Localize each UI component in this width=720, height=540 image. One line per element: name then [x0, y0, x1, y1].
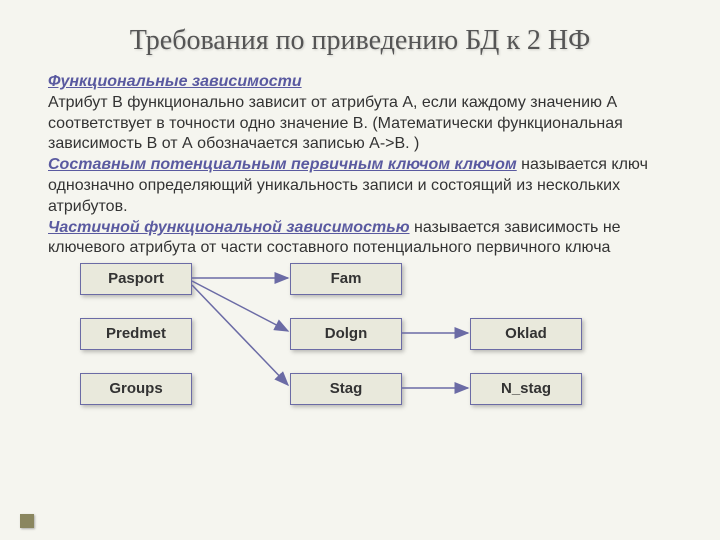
slide-title: Требования по приведению БД к 2 НФ [0, 0, 720, 72]
paragraph-1: Атрибут В функционально зависит от атриб… [48, 94, 623, 153]
body-text: Функциональные зависимости Атрибут В фун… [0, 72, 720, 259]
edge-pasport-dolgn [192, 281, 288, 331]
node-dolgn: Dolgn [290, 318, 402, 350]
node-groups: Groups [80, 373, 192, 405]
node-fam: Fam [290, 263, 402, 295]
node-pasport: Pasport [80, 263, 192, 295]
node-nstag: N_stag [470, 373, 582, 405]
subheading-functional-dep: Функциональные зависимости [48, 73, 302, 90]
slide-bullet-icon [20, 514, 34, 528]
subheading-compound-key: Составным потенциальным первичным ключом… [48, 156, 517, 173]
node-predmet: Predmet [80, 318, 192, 350]
node-stag: Stag [290, 373, 402, 405]
dependency-diagram: Pasport Predmet Groups Fam Dolgn Stag Ok… [0, 263, 720, 433]
subheading-partial-dep: Частичной функциональной зависимостью [48, 219, 410, 236]
edge-pasport-stag [192, 285, 288, 385]
node-oklad: Oklad [470, 318, 582, 350]
